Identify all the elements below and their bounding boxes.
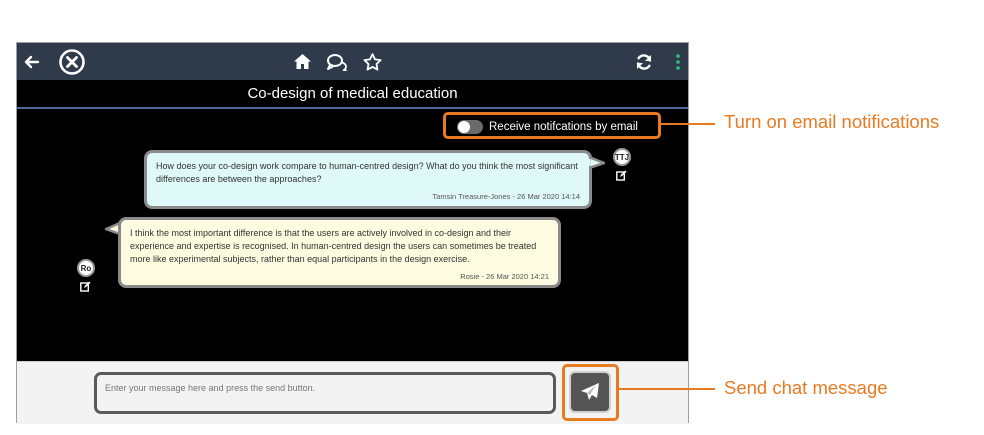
- home-icon[interactable]: [290, 43, 314, 80]
- message-text: I think the most important difference is…: [130, 228, 537, 264]
- chat-message: I think the most important difference is…: [118, 217, 561, 288]
- close-circle-icon[interactable]: [55, 43, 89, 80]
- edit-icon[interactable]: [80, 281, 91, 295]
- refresh-icon[interactable]: [632, 43, 656, 80]
- send-callout-label: Send chat message: [724, 377, 888, 398]
- send-highlight-box: [562, 364, 619, 421]
- avatar[interactable]: TTJ: [613, 148, 631, 166]
- message-meta: Rosie - 26 Mar 2020 14:21: [460, 272, 549, 281]
- message-text: How does your co-design work compare to …: [156, 161, 578, 184]
- callout-connector: [661, 123, 715, 125]
- top-toolbar: [17, 43, 688, 80]
- notification-highlight-box: [443, 112, 661, 139]
- chat-message-area[interactable]: Receive notifcations by email How does y…: [17, 109, 688, 361]
- message-meta: Tamsin Treasure-Jones - 26 Mar 2020 14:1…: [432, 192, 580, 201]
- arrow-left-icon[interactable]: [19, 43, 45, 80]
- chat-message: How does your co-design work compare to …: [144, 150, 592, 209]
- message-input[interactable]: [94, 372, 556, 414]
- callout-connector: [619, 388, 715, 390]
- chat-bubbles-icon[interactable]: [324, 43, 350, 80]
- avatar[interactable]: Ro: [77, 259, 95, 277]
- star-icon[interactable]: [359, 43, 385, 80]
- vertical-dots-icon[interactable]: [671, 43, 685, 80]
- notification-callout-label: Turn on email notifications: [724, 111, 940, 132]
- page-title: Co-design of medical education: [17, 80, 688, 109]
- edit-icon[interactable]: [616, 170, 627, 184]
- bubble-tail: [589, 155, 605, 170]
